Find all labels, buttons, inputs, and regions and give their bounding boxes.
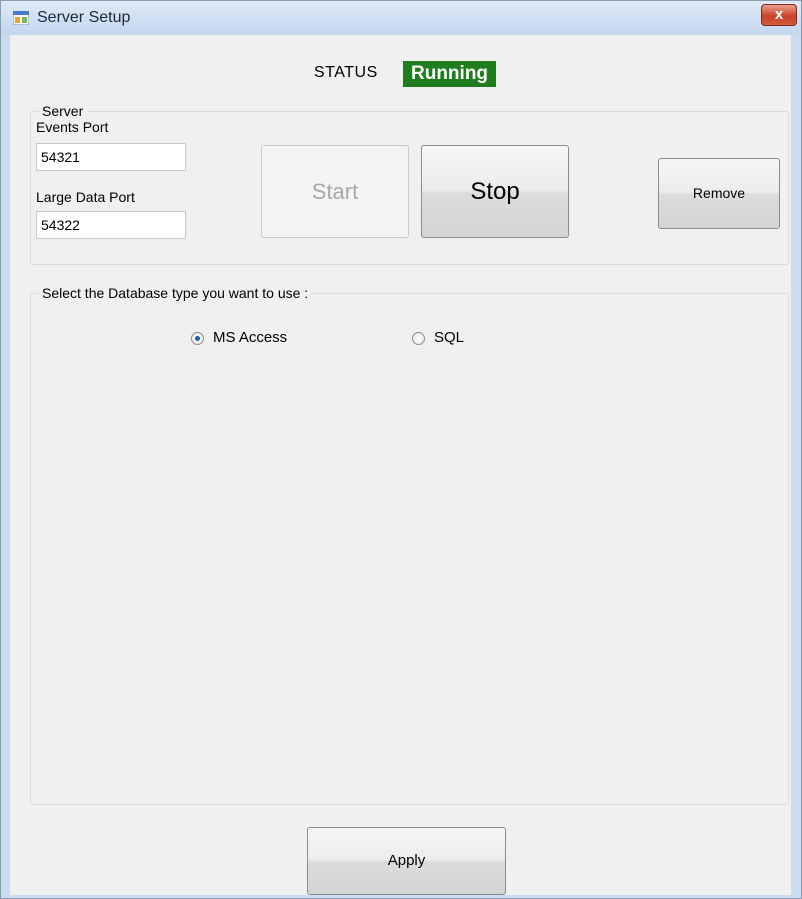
start-button[interactable]: Start xyxy=(261,145,409,238)
remove-button[interactable]: Remove xyxy=(658,158,780,229)
server-setup-window: Server Setup x STATUS Running Server Eve… xyxy=(0,0,802,899)
sql-radio[interactable] xyxy=(412,332,425,345)
ms-access-label[interactable]: MS Access xyxy=(213,329,287,346)
status-badge: Running xyxy=(403,61,497,87)
stop-button[interactable]: Stop xyxy=(421,145,569,238)
close-button[interactable]: x xyxy=(761,4,797,26)
ms-access-radio[interactable] xyxy=(191,332,204,345)
database-type-label: Select the Database type you want to use… xyxy=(42,285,309,301)
apply-button[interactable]: Apply xyxy=(307,827,506,895)
events-port-label: Events Port xyxy=(36,119,109,135)
sql-label[interactable]: SQL xyxy=(434,329,464,346)
large-data-port-label: Large Data Port xyxy=(36,189,135,205)
events-port-input[interactable] xyxy=(36,143,186,171)
window-title: Server Setup xyxy=(37,9,131,26)
status-label: STATUS xyxy=(314,64,378,81)
database-type-group: Select the Database type you want to use… xyxy=(30,285,789,805)
close-icon: x xyxy=(774,6,784,23)
title-bar[interactable]: Server Setup x xyxy=(1,1,801,35)
window-app-icon xyxy=(13,11,29,25)
server-group-label: Server xyxy=(42,103,84,119)
dialog-body: STATUS Running Server Events Port Large … xyxy=(10,35,791,895)
large-data-port-input[interactable] xyxy=(36,211,186,239)
radio-selected-indicator xyxy=(195,336,200,341)
